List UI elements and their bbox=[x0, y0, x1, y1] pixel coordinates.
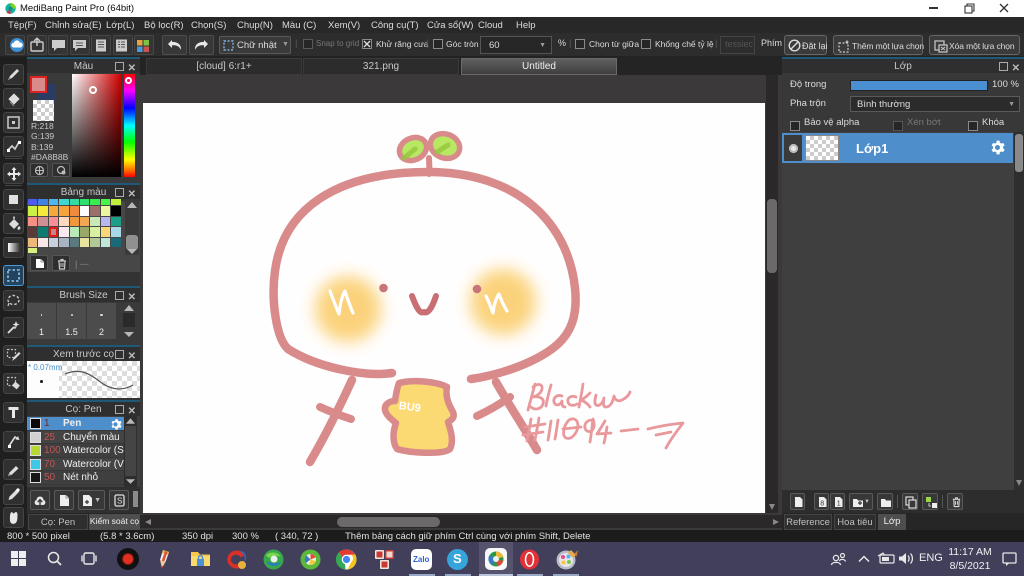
svg-text:8: 8 bbox=[820, 501, 824, 508]
svg-text:S: S bbox=[117, 497, 122, 506]
svg-text:1: 1 bbox=[837, 501, 841, 508]
